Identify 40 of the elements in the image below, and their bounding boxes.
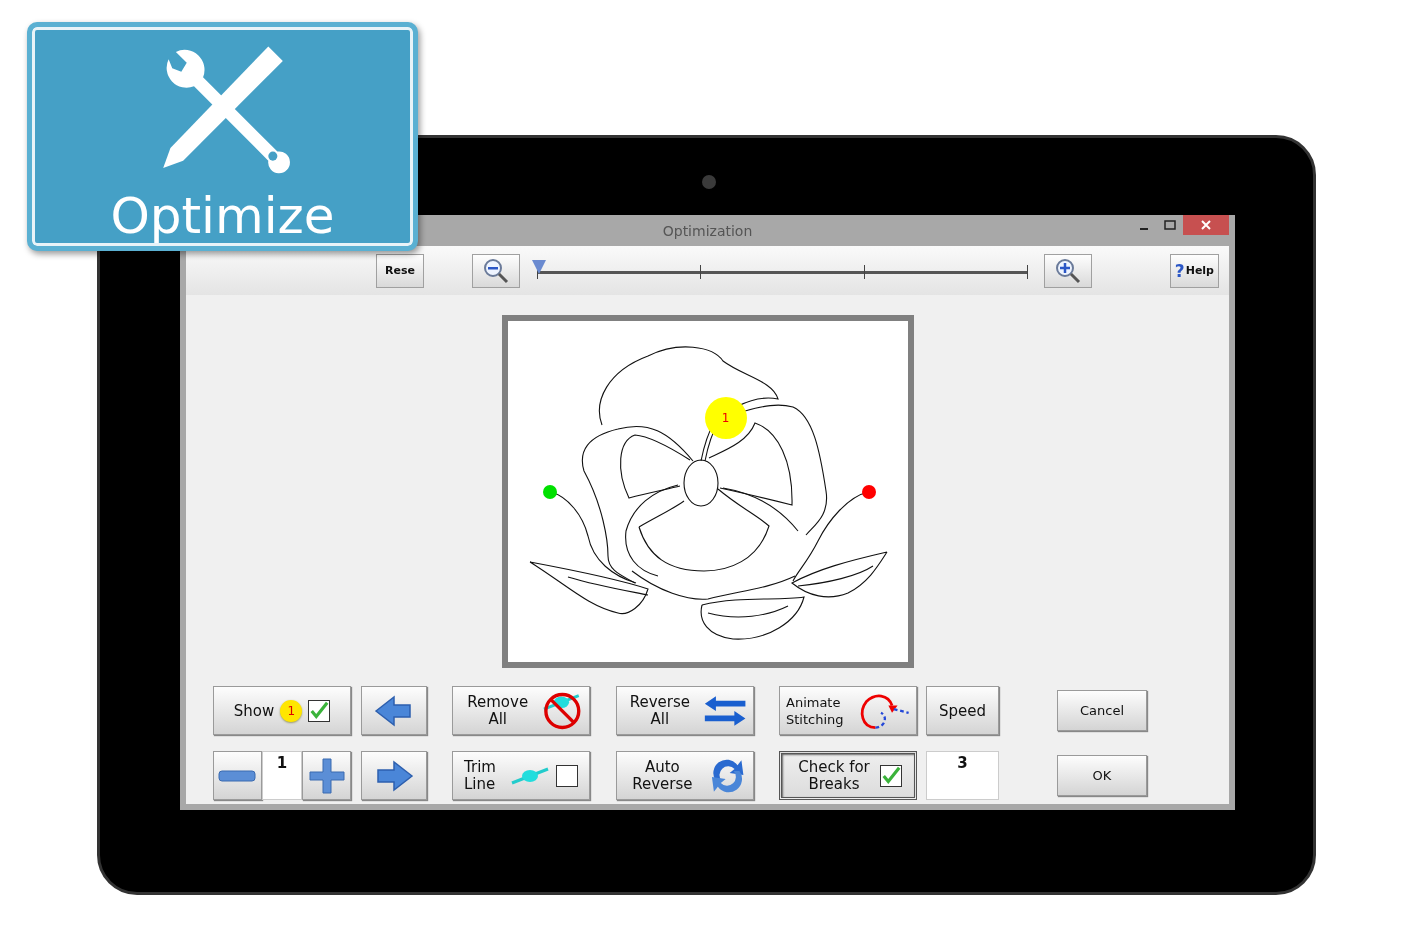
zoom-out-icon	[483, 257, 509, 284]
zoom-in-icon	[1055, 257, 1081, 284]
reverse-all-button[interactable]: Reverse All	[616, 686, 754, 735]
speed-button[interactable]: Speed	[926, 686, 999, 735]
trim-line-button[interactable]: Trim Line	[452, 751, 590, 800]
sequence-marker: 1	[704, 397, 747, 439]
reset-button[interactable]: Rese	[376, 253, 424, 288]
animate-stitching-button[interactable]: Animate Stitching	[779, 686, 917, 735]
minus-icon	[218, 769, 257, 782]
next-button[interactable]	[361, 751, 427, 800]
maximize-icon	[1164, 220, 1176, 230]
no-stitch-icon	[542, 690, 583, 731]
remove-all-button[interactable]: Remove All	[452, 686, 590, 735]
cancel-button[interactable]: Cancel	[1057, 690, 1147, 731]
close-button[interactable]	[1183, 215, 1229, 235]
previous-button[interactable]	[361, 686, 427, 735]
start-point-dot	[542, 485, 557, 499]
zoom-out-button[interactable]	[472, 253, 520, 288]
sequence-number-icon: 1	[280, 699, 303, 722]
decrease-button[interactable]	[213, 751, 262, 800]
ok-button[interactable]: OK	[1057, 755, 1147, 796]
close-icon	[1200, 219, 1212, 231]
trim-line-checkbox[interactable]	[556, 764, 578, 787]
increase-button[interactable]	[302, 751, 351, 800]
auto-reverse-button[interactable]: Auto Reverse	[616, 751, 754, 800]
show-markers-button[interactable]: Show 1	[213, 686, 351, 735]
minimize-icon	[1140, 228, 1148, 230]
help-button[interactable]: ?Help	[1169, 253, 1219, 288]
badge-label: Optimize	[110, 186, 335, 246]
end-point-dot	[861, 485, 876, 499]
plus-icon	[308, 757, 345, 794]
speed-value-field[interactable]: 3	[926, 751, 999, 800]
sequence-number-field[interactable]: 1	[261, 751, 303, 800]
camera-lens	[702, 175, 716, 189]
zoom-in-button[interactable]	[1044, 253, 1092, 288]
check-for-breaks-button[interactable]: Check for Breaks	[779, 751, 917, 800]
show-checkbox[interactable]	[308, 699, 331, 722]
zoom-slider-thumb[interactable]	[532, 259, 546, 274]
window-title: Optimization	[662, 222, 753, 239]
check-for-breaks-checkbox[interactable]	[880, 764, 902, 787]
